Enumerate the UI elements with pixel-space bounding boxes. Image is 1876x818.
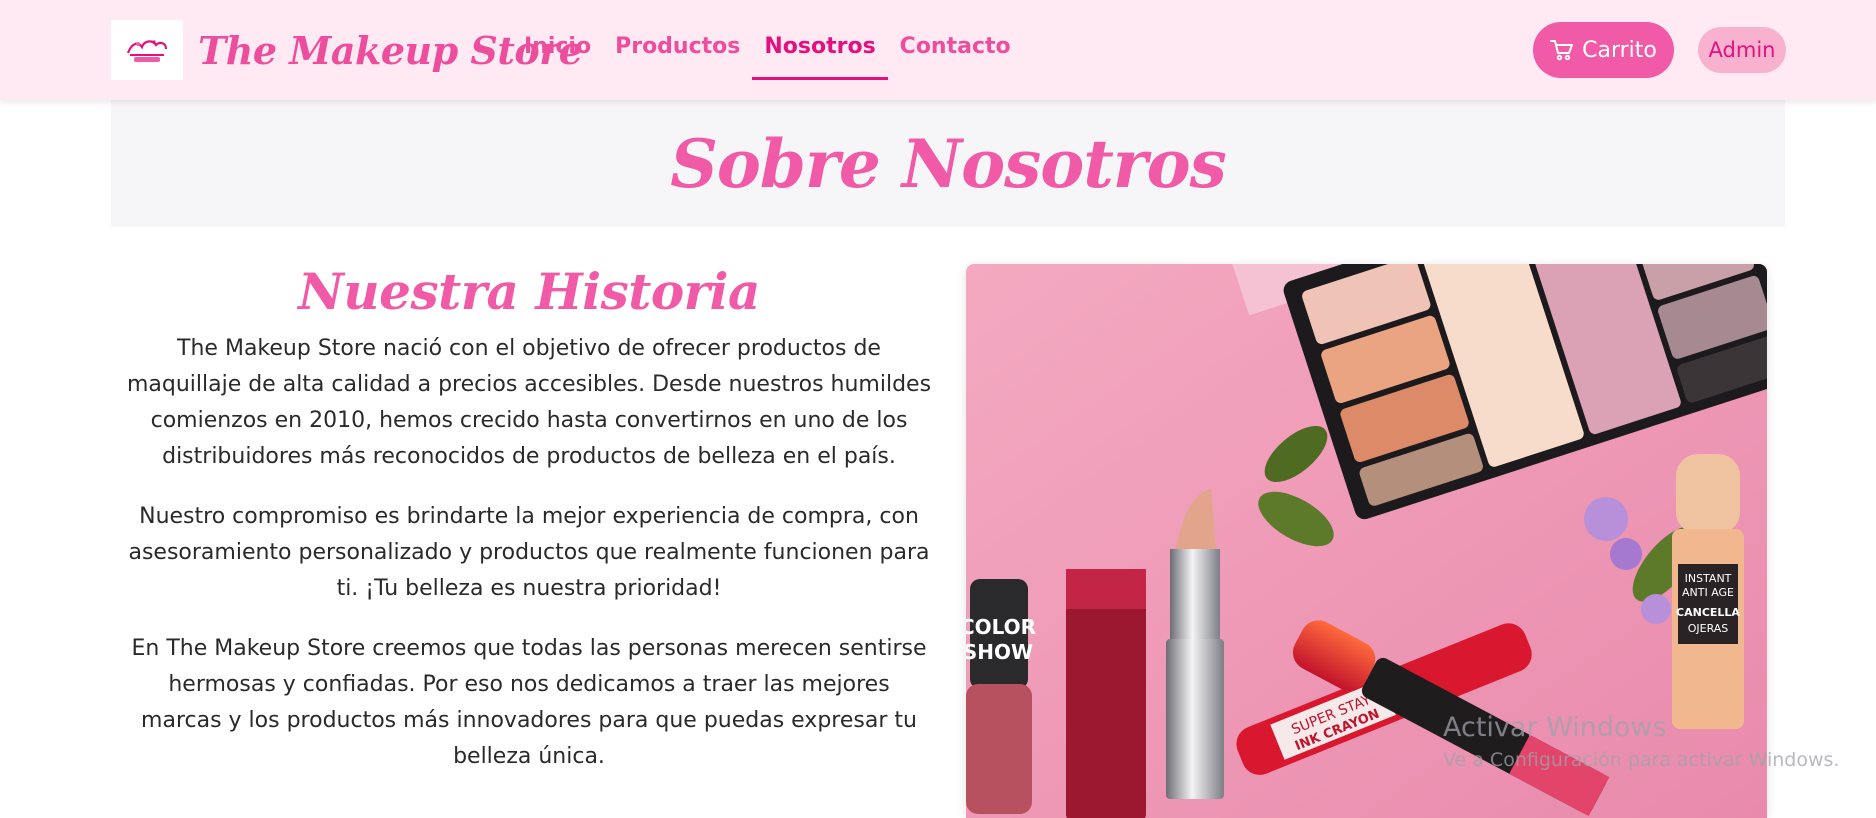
story-paragraph-2: Nuestro compromiso es brindarte la mejor… xyxy=(128,504,930,601)
logo[interactable] xyxy=(111,20,183,80)
windows-activation-watermark: Activar Windows Ve a Configuración para … xyxy=(1443,712,1839,771)
cart-label: Carrito xyxy=(1582,37,1657,63)
navbar: The Makeup Store Inicio Productos Nosotr… xyxy=(0,0,1876,100)
concealer-label-1: INSTANT xyxy=(1685,572,1732,585)
page-title: Sobre Nosotros xyxy=(670,124,1227,203)
story-paragraph-1: The Makeup Store nació con el objetivo d… xyxy=(126,336,932,469)
nav-nosotros[interactable]: Nosotros xyxy=(752,24,888,80)
admin-button[interactable]: Admin xyxy=(1698,27,1786,73)
concealer-label-3: CANCELLA xyxy=(1676,606,1740,619)
hero-banner: Sobre Nosotros xyxy=(111,100,1785,227)
concealer-label-2: ANTI AGE xyxy=(1682,586,1734,599)
nav-productos[interactable]: Productos xyxy=(603,24,752,80)
nav-inicio[interactable]: Inicio xyxy=(512,24,603,80)
nail-polish-label-1: COLOR xyxy=(966,615,1036,639)
cart-button[interactable]: Carrito xyxy=(1533,22,1674,78)
story-paragraph-3: En The Makeup Store creemos que todas la… xyxy=(131,636,927,769)
watermark-subtitle: Ve a Configuración para activar Windows. xyxy=(1443,749,1840,771)
story-section: Nuestra Historia The Makeup Store nació … xyxy=(125,262,933,799)
nav-contacto[interactable]: Contacto xyxy=(888,24,1023,80)
nail-polish-label-2: SHOW xyxy=(966,640,1033,664)
story-title: Nuestra Historia xyxy=(298,262,760,321)
main-nav: Inicio Productos Nosotros Contacto xyxy=(512,24,1023,80)
logo-mark-icon xyxy=(126,40,168,62)
cart-icon xyxy=(1550,40,1574,61)
concealer-label-4: OJERAS xyxy=(1688,622,1729,635)
watermark-title: Activar Windows xyxy=(1443,712,1667,743)
